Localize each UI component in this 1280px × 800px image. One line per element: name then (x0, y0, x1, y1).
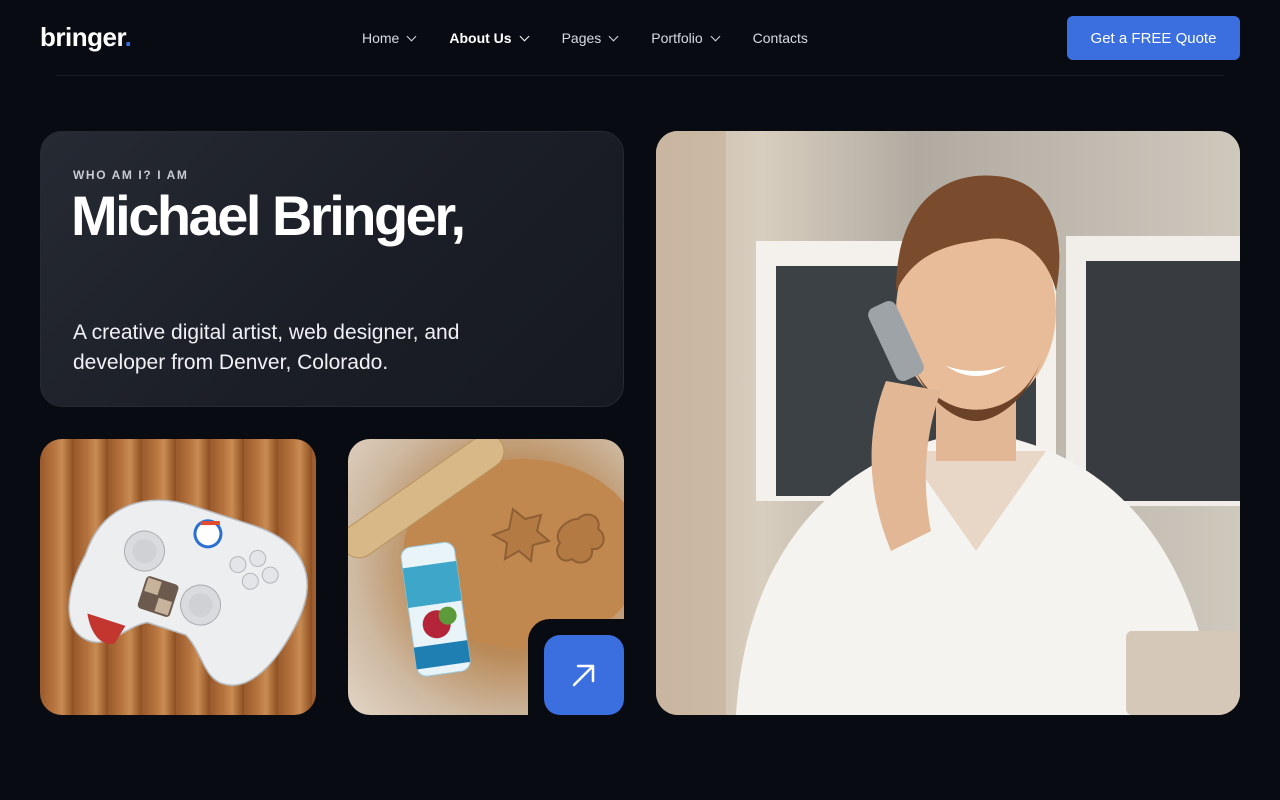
chevron-down-icon (710, 31, 721, 41)
chevron-down-icon (519, 31, 530, 41)
hero-name: Michael Bringer, (71, 184, 466, 247)
site-header: bringer. Home About Us Pages Portfolio C… (0, 0, 1280, 76)
nav-item-pages[interactable]: Pages (561, 30, 619, 46)
brand-dot: . (124, 22, 132, 52)
header-divider (55, 75, 1225, 76)
nav-item-label: Home (362, 30, 400, 46)
intro-eyebrow: WHO AM I? I AM (73, 168, 189, 182)
chevron-down-icon (608, 31, 619, 41)
main-nav: Home About Us Pages Portfolio Contacts (362, 28, 842, 48)
nav-item-about-us[interactable]: About Us (449, 30, 530, 46)
nav-item-contacts[interactable]: Contacts (753, 30, 808, 46)
brand-name: bringer (40, 22, 125, 52)
chevron-down-icon (406, 31, 417, 41)
nav-item-portfolio[interactable]: Portfolio (651, 30, 721, 46)
nav-item-label: About Us (449, 30, 512, 46)
game-controller-photo (40, 439, 316, 715)
get-quote-button[interactable]: Get a FREE Quote (1067, 16, 1240, 60)
nav-item-label: Contacts (752, 30, 808, 46)
intro-card: WHO AM I? I AM Michael Bringer, A creati… (40, 131, 624, 407)
brand-logo[interactable]: bringer. (40, 22, 132, 53)
hero-bio: A creative digital artist, web designer,… (73, 321, 460, 374)
portrait-illustration (656, 131, 1240, 715)
arrow-up-right-icon (572, 664, 595, 687)
nav-item-home[interactable]: Home (362, 30, 417, 46)
nav-item-label: Pages (561, 30, 602, 46)
game-controller-illustration (68, 499, 308, 686)
man-on-phone-portrait (656, 131, 1240, 715)
arrow-link-button[interactable] (544, 635, 624, 715)
nav-item-label: Portfolio (651, 30, 703, 46)
page: bringer. Home About Us Pages Portfolio C… (0, 0, 1280, 800)
